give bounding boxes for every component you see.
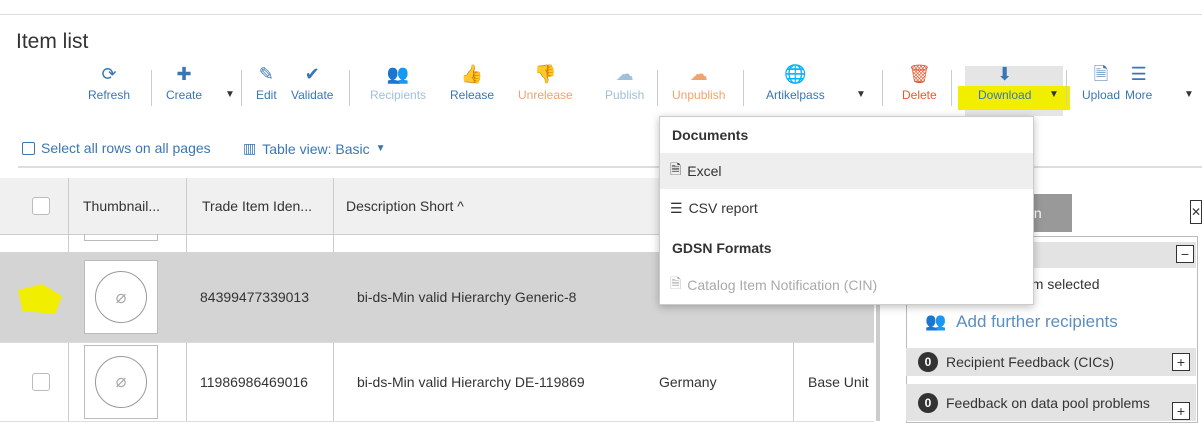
data-pool-feedback-row[interactable]: 0 Feedback on data pool problems + [906, 384, 1196, 421]
count-badge: 0 [918, 392, 938, 413]
row-checkbox[interactable] [32, 372, 50, 391]
columns-icon: ▥ [243, 140, 257, 156]
cloud-download-icon: ☁ [689, 64, 708, 84]
recipients-button[interactable]: 👥 Recipients [370, 64, 426, 102]
count-badge: 0 [918, 352, 938, 372]
no-photo-icon: ⌀ [95, 355, 147, 408]
menu-section-gdsn: GDSN Formats [672, 240, 772, 256]
thumbs-up-icon: 👍 [460, 64, 484, 84]
toolbar-separator [151, 70, 152, 106]
selected-count-text: em selected [1024, 276, 1100, 292]
thumbnail: ⌀ [84, 344, 158, 419]
menu-section-documents: Documents [672, 127, 749, 143]
thumbnail-cell: ⌀ [84, 252, 158, 342]
download-icon: ⬇ [997, 64, 1013, 84]
trash-icon: 🗑 [907, 64, 931, 84]
validate-button[interactable]: ✔ Validate [291, 64, 333, 102]
toolbar-separator [241, 70, 242, 106]
add-user-icon: 👥 [386, 64, 410, 84]
add-user-icon: 👥 [925, 312, 947, 331]
toolbar-separator [882, 70, 883, 106]
download-button[interactable]: ⬇ Download [978, 64, 1031, 102]
toolbar: ⟳ Refresh ✚ Create ▼ ✎ Edit ✔ Validate 👥… [0, 64, 1202, 116]
unrelease-button[interactable]: 👎 Unrelease [518, 64, 573, 102]
toolbar-separator [743, 70, 744, 106]
close-icon[interactable]: ✕ [1190, 200, 1202, 224]
more-dropdown-caret[interactable]: ▼ [1184, 89, 1194, 100]
trade-item-cell: 11986986469016 [200, 373, 308, 390]
table-view-selector[interactable]: ▥ Table view: Basic ▼ [243, 140, 386, 157]
pencil-icon: ✎ [258, 64, 274, 84]
thumbnail: ⌀ [84, 260, 158, 334]
description-cell: bi-ds-Min valid Hierarchy DE-119869 [357, 373, 585, 390]
thumbnail-partial [84, 234, 158, 241]
add-recipients-link[interactable]: 👥 Add further recipients [925, 312, 1118, 332]
menu-item-csv-report[interactable]: ☰ CSV report [660, 190, 1033, 226]
globe-icon: 🌐 [784, 64, 807, 84]
upload-button[interactable]: 🗎 Upload [1082, 64, 1120, 102]
page-title: Item list [16, 30, 89, 53]
xml-file-icon: 🗎 [670, 275, 682, 291]
thumbs-down-icon: 👎 [534, 64, 557, 84]
unpublish-button[interactable]: ☁ Unpublish [672, 64, 725, 102]
create-dropdown-caret[interactable]: ▼ [225, 89, 235, 100]
refresh-button[interactable]: ⟳ Refresh [88, 64, 130, 102]
top-border [0, 14, 1202, 15]
check-icon: ✔ [304, 64, 320, 84]
table-row[interactable]: ⌀ 11986986469016 bi-ds-Min valid Hierarc… [0, 342, 874, 422]
publish-button[interactable]: ☁ Publish [605, 64, 644, 102]
delete-button[interactable]: 🗑 Delete [902, 64, 937, 102]
select-all-checkbox[interactable] [22, 141, 35, 155]
toolbar-separator [657, 70, 658, 106]
select-all-rows[interactable]: Select all rows on all pages [22, 140, 211, 156]
artikelpass-button[interactable]: 🌐 Artikelpass [766, 64, 825, 102]
menu-item-excel[interactable]: 🗎 Excel [660, 153, 1033, 189]
menu-item-cin[interactable]: 🗎 Catalog Item Notification (CIN) [660, 267, 1033, 303]
toolbar-separator [951, 70, 952, 106]
cloud-upload-icon: ☁ [615, 64, 634, 84]
header-checkbox[interactable] [32, 197, 50, 215]
download-dropdown-menu: Documents 🗎 Excel ☰ CSV report GDSN Form… [659, 116, 1034, 305]
expand-icon[interactable]: + [1172, 402, 1190, 420]
unit-cell: Base Unit [808, 373, 869, 390]
column-header-description[interactable]: Description Short ^ [346, 178, 464, 234]
create-button[interactable]: ✚ Create [166, 64, 202, 102]
column-header-thumbnail[interactable]: Thumbnail... [83, 178, 160, 234]
chevron-down-icon: ▼ [375, 143, 386, 154]
artikelpass-dropdown-caret[interactable]: ▼ [856, 89, 866, 100]
collapse-icon[interactable]: − [1176, 245, 1194, 263]
column-header-trade-item[interactable]: Trade Item Iden... [202, 178, 312, 234]
release-button[interactable]: 👍 Release [450, 64, 494, 102]
plus-icon: ✚ [176, 64, 192, 84]
refresh-icon: ⟳ [101, 64, 117, 84]
toolbar-separator [349, 70, 350, 106]
expand-icon[interactable]: + [1172, 353, 1190, 371]
hamburger-icon: ☰ [1130, 64, 1147, 84]
country-cell: Germany [659, 373, 717, 390]
row-checkbox-cell[interactable] [32, 342, 50, 421]
thumbnail-cell: ⌀ [84, 342, 158, 421]
toolbar-separator [1066, 70, 1067, 106]
edit-button[interactable]: ✎ Edit [256, 64, 277, 102]
trade-item-cell: 84399477339013 [200, 289, 310, 305]
excel-file-icon: 🗎 [670, 161, 682, 177]
list-icon: ☰ [670, 199, 683, 216]
recipient-feedback-row[interactable]: 0 Recipient Feedback (CICs) + [906, 348, 1196, 376]
download-dropdown-caret[interactable]: ▼ [1049, 89, 1059, 100]
no-photo-icon: ⌀ [95, 271, 147, 323]
more-button[interactable]: ☰ More [1125, 64, 1152, 102]
header-checkbox-cell[interactable] [32, 178, 50, 234]
description-cell: bi-ds-Min valid Hierarchy Generic-8 [357, 289, 577, 305]
file-upload-icon: 🗎 [1093, 64, 1109, 84]
